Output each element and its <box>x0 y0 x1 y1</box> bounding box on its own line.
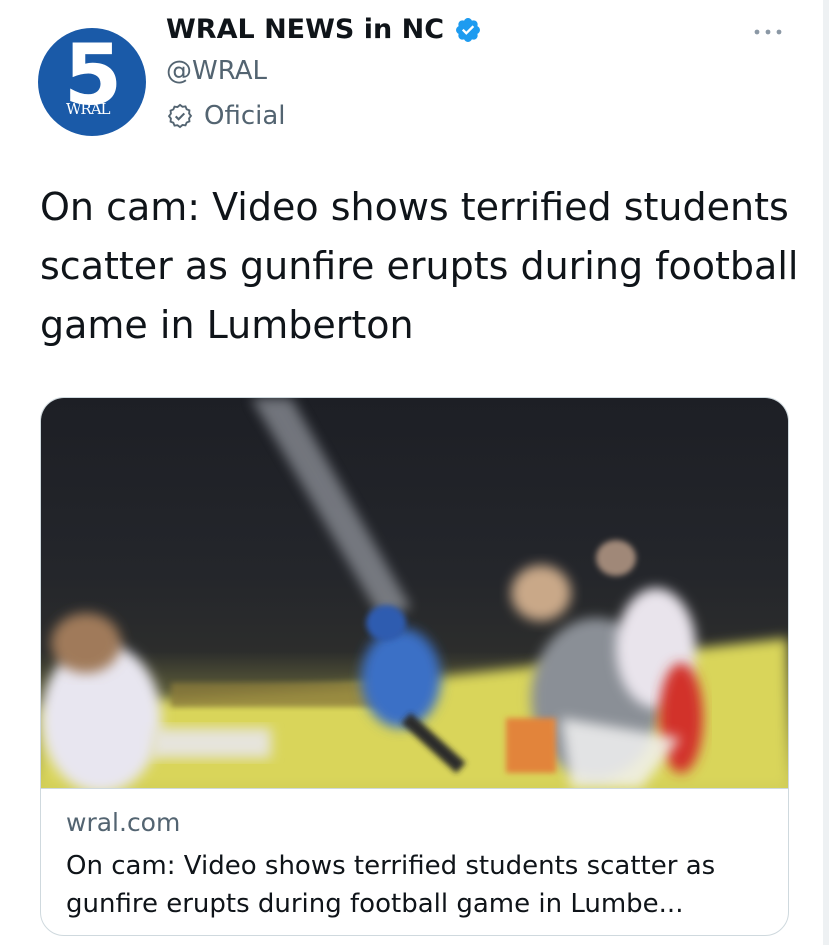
video-frame-illustration <box>41 398 788 788</box>
tweet-text: On cam: Video shows terrified students s… <box>40 185 799 347</box>
scroll-edge <box>823 0 829 945</box>
card-domain: wral.com <box>66 808 181 837</box>
official-label: Oficial <box>166 101 286 131</box>
card-title: On cam: Video shows terrified students s… <box>66 851 716 919</box>
account-handle[interactable]: @WRAL <box>166 56 267 86</box>
more-options-icon[interactable] <box>751 22 785 42</box>
official-label-text: Oficial <box>204 101 286 131</box>
official-check-icon <box>167 103 193 129</box>
card-divider <box>41 788 788 789</box>
avatar-brand: WRAL <box>66 100 111 118</box>
display-name-text: WRAL NEWS in NC <box>166 14 445 45</box>
avatar[interactable]: 5 WRAL <box>38 28 146 136</box>
account-name[interactable]: WRAL NEWS in NC <box>166 14 482 45</box>
verified-badge-icon <box>456 17 480 42</box>
card-video-thumbnail[interactable] <box>41 398 788 788</box>
link-card[interactable]: wral.com On cam: Video shows terrified s… <box>40 397 789 936</box>
